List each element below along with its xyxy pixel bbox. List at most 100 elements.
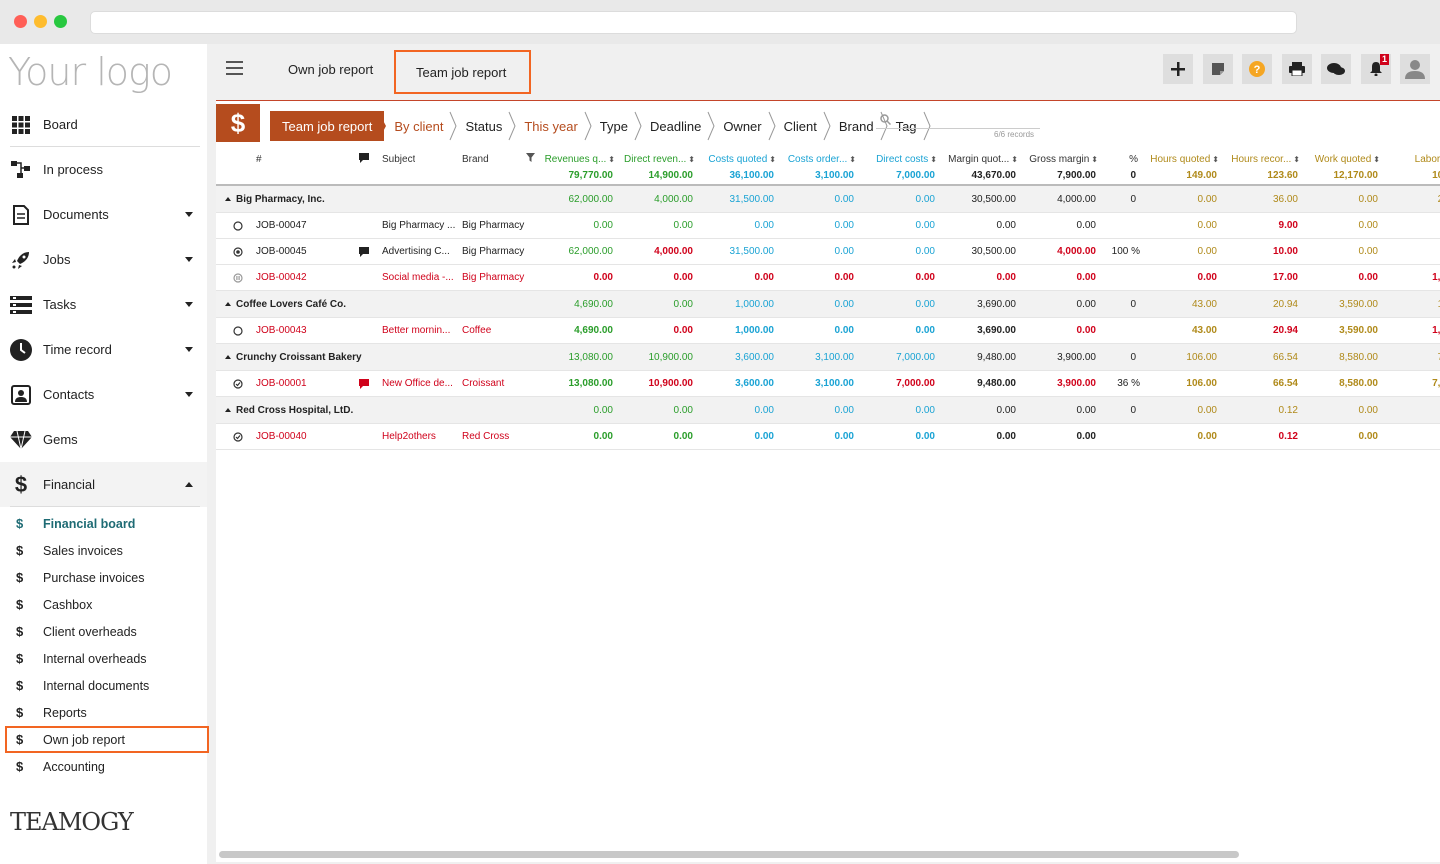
tab-own-job-report[interactable]: Own job report xyxy=(288,44,373,94)
cell-costs_quoted: 1,000.00 xyxy=(735,325,774,336)
filter-type[interactable]: Type xyxy=(590,111,642,141)
submenu-item-internal-documents[interactable]: $ Internal documents xyxy=(0,672,207,699)
add-button[interactable] xyxy=(1163,54,1193,84)
filter-this-year[interactable]: This year xyxy=(514,111,592,141)
notes-button[interactable] xyxy=(1203,54,1233,84)
table-row[interactable]: JOB-00043 Better mornin... Coffee 4,690.00 0… xyxy=(216,318,1440,344)
comment-icon[interactable] xyxy=(359,239,369,264)
submenu-item-own-job-report[interactable]: $ Own job report xyxy=(5,726,209,753)
collapse-icon[interactable] xyxy=(225,355,231,359)
sidebar-item-in-process[interactable]: In process xyxy=(0,147,207,192)
table-row[interactable]: JOB-00001 New Office de... Croissant 13,080… xyxy=(216,371,1440,397)
user-avatar-button[interactable] xyxy=(1400,54,1430,84)
submenu-item-sales-invoices[interactable]: $ Sales invoices xyxy=(0,537,207,564)
column-header-costs_order[interactable]: Costs order... ⬍ xyxy=(778,154,856,165)
chevron-down-icon[interactable] xyxy=(185,392,193,397)
job-number[interactable]: JOB-00042 xyxy=(256,265,307,290)
submenu-item-purchase-invoices[interactable]: $ Purchase invoices xyxy=(0,564,207,591)
filter-owner[interactable]: Owner xyxy=(713,111,776,141)
group-row[interactable]: Coffee Lovers Café Co. 4,690.00 0.00 1,000.… xyxy=(216,291,1440,318)
job-subject[interactable]: New Office de... xyxy=(382,371,458,396)
chat-button[interactable] xyxy=(1321,54,1351,84)
column-header-work_quoted[interactable]: Work quoted ⬍ xyxy=(1302,154,1380,165)
job-subject[interactable]: Advertising C... xyxy=(382,239,458,264)
column-header-margin_quot[interactable]: Margin quot... ⬍ xyxy=(940,154,1018,165)
submenu-item-financial-board[interactable]: $ Financial board xyxy=(0,510,207,537)
job-subject[interactable]: Big Pharmacy ... xyxy=(382,213,458,238)
sidebar-item-board[interactable]: Board xyxy=(0,102,207,147)
tab-team-job-report[interactable]: Team job report xyxy=(394,50,531,94)
job-number[interactable]: JOB-00040 xyxy=(256,424,307,449)
submenu-item-cashbox[interactable]: $ Cashbox xyxy=(0,591,207,618)
column-header-costs_quoted[interactable]: Costs quoted ⬍ xyxy=(698,154,776,165)
help-button[interactable]: ? xyxy=(1242,54,1272,84)
sidebar-item-contacts[interactable]: Contacts xyxy=(0,372,207,417)
close-window-button[interactable] xyxy=(14,15,27,28)
job-subject[interactable]: Better mornin... xyxy=(382,318,458,343)
sidebar-item-documents[interactable]: Documents xyxy=(0,192,207,237)
chevron-down-icon[interactable] xyxy=(185,302,193,307)
column-header-direct_costs[interactable]: Direct costs ⬍ xyxy=(859,154,937,165)
filter-status[interactable]: Status xyxy=(455,111,516,141)
collapse-icon[interactable] xyxy=(225,302,231,306)
column-header-pct[interactable]: % xyxy=(1060,154,1138,165)
job-number[interactable]: JOB-00045 xyxy=(256,239,307,264)
column-header-direct_rev[interactable]: Direct reven... ⬍ xyxy=(617,154,695,165)
status-check-icon[interactable] xyxy=(233,424,243,449)
cell-work_quoted: 0.00 xyxy=(1358,193,1378,205)
column-header-brand[interactable]: Brand xyxy=(462,154,489,165)
filter-deadline[interactable]: Deadline xyxy=(640,111,715,141)
status-check-icon[interactable] xyxy=(233,371,243,396)
submenu-item-client-overheads[interactable]: $ Client overheads xyxy=(0,618,207,645)
column-header-hours_quoted[interactable]: Hours quoted ⬍ xyxy=(1141,154,1219,165)
status-open-icon[interactable] xyxy=(233,318,243,343)
job-number[interactable]: JOB-00001 xyxy=(256,371,307,396)
submenu-item-internal-overheads[interactable]: $ Internal overheads xyxy=(0,645,207,672)
notifications-button[interactable]: 1 xyxy=(1361,54,1391,84)
status-pause-icon[interactable] xyxy=(233,265,243,290)
print-button[interactable] xyxy=(1282,54,1312,84)
job-number[interactable]: JOB-00047 xyxy=(256,213,307,238)
column-header-revenues[interactable]: Revenues q... ⬍ xyxy=(537,154,615,165)
minimize-window-button[interactable] xyxy=(34,15,47,28)
table-row[interactable]: JOB-00047 Big Pharmacy ... Big Pharmacy 0.0… xyxy=(216,213,1440,239)
submenu-item-accounting[interactable]: $ Accounting xyxy=(0,753,207,780)
chevron-up-icon[interactable] xyxy=(185,482,193,487)
filter-icon[interactable] xyxy=(526,153,535,165)
address-bar[interactable] xyxy=(90,11,1297,34)
submenu-item-reports[interactable]: $ Reports xyxy=(0,699,207,726)
menu-icon[interactable] xyxy=(226,61,243,75)
chevron-down-icon[interactable] xyxy=(185,347,193,352)
table-row[interactable]: JOB-00042 Social media -... Big Pharmacy 0.… xyxy=(216,265,1440,291)
search-input[interactable] xyxy=(876,113,1040,129)
group-row[interactable]: Red Cross Hospital, LtD. 0.00 0.00 0.00 0.00… xyxy=(216,397,1440,424)
column-header-num[interactable]: # xyxy=(256,154,262,165)
comment-icon[interactable] xyxy=(359,371,369,396)
sidebar-item-financial[interactable]: $ Financial xyxy=(0,462,207,507)
sidebar-item-jobs[interactable]: Jobs xyxy=(0,237,207,282)
collapse-icon[interactable] xyxy=(225,197,231,201)
sidebar-item-time-record[interactable]: Time record xyxy=(0,327,207,372)
job-subject[interactable]: Help2others xyxy=(382,424,458,449)
group-row[interactable]: Big Pharmacy, Inc. 62,000.00 4,000.00 31,50… xyxy=(216,186,1440,213)
column-header-hours_recor[interactable]: Hours recor... ⬍ xyxy=(1222,154,1300,165)
status-open-icon[interactable] xyxy=(233,213,243,238)
chevron-down-icon[interactable] xyxy=(185,212,193,217)
table-row[interactable]: JOB-00040 Help2others Red Cross 0.00 0.00 0.0… xyxy=(216,424,1440,450)
group-row[interactable]: Crunchy Croissant Bakery 13,080.00 10,900.… xyxy=(216,344,1440,371)
filter-by-client[interactable]: By client xyxy=(384,111,458,141)
job-subject[interactable]: Social media -... xyxy=(382,265,458,290)
horizontal-scrollbar[interactable] xyxy=(219,851,1239,858)
filter-client[interactable]: Client xyxy=(774,111,831,141)
column-header-subject[interactable]: Subject xyxy=(382,154,415,165)
chevron-down-icon[interactable] xyxy=(185,257,193,262)
collapse-icon[interactable] xyxy=(225,408,231,412)
table-row[interactable]: JOB-00045 Advertising C... Big Pharmacy 62,… xyxy=(216,239,1440,265)
job-number[interactable]: JOB-00043 xyxy=(256,318,307,343)
filter-team-job-report[interactable]: Team job report xyxy=(270,111,387,141)
status-target-icon[interactable] xyxy=(233,239,243,264)
maximize-window-button[interactable] xyxy=(54,15,67,28)
sidebar-item-gems[interactable]: Gems xyxy=(0,417,207,462)
column-header-labor[interactable]: Labor c xyxy=(1370,154,1440,165)
sidebar-item-tasks[interactable]: Tasks xyxy=(0,282,207,327)
